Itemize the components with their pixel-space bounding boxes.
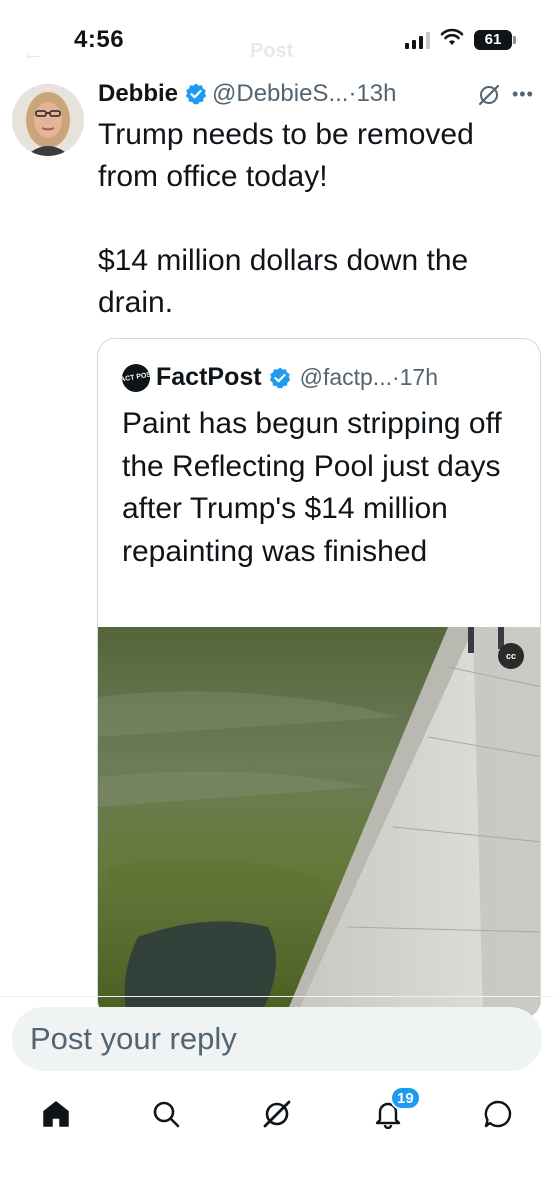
quoted-video-thumbnail[interactable]: cc	[98, 627, 540, 1017]
nav-grok[interactable]	[257, 1096, 297, 1136]
quoted-author-name: FactPost	[156, 363, 262, 391]
tweet-text-line: Trump needs to be removed from office to…	[98, 118, 474, 193]
nav-home[interactable]	[36, 1096, 76, 1136]
grok-icon[interactable]	[478, 84, 500, 111]
author-handle-and-time[interactable]: @DebbieS...·13h	[212, 80, 396, 108]
verified-badge-icon	[184, 82, 208, 106]
quoted-post-card[interactable]: FACT POST FactPost @factp...·17h Paint h…	[97, 338, 541, 1018]
post-detail-screen: 4:56 61 ← Post Debbie @DebbieS...·13h ••…	[0, 0, 554, 1200]
page-header: ← Post	[0, 36, 554, 66]
quoted-author-handle-and-time: @factp...·17h	[299, 364, 439, 390]
factpost-logo: FACT POST	[116, 361, 156, 394]
tweet-text: Trump needs to be removed from office to…	[98, 114, 538, 324]
tweet-header: Debbie @DebbieS...·13h	[98, 80, 396, 108]
verified-badge-icon	[268, 366, 292, 390]
tweet-text-line: $14 million dollars down the drain.	[98, 244, 469, 319]
bottom-navigation: 19	[0, 1086, 554, 1150]
notifications-badge: 19	[390, 1086, 421, 1110]
quoted-post-header: FACT POST FactPost @factp...·17h	[116, 361, 439, 394]
quoted-post-text: Paint has begun stripping off the Reflec…	[122, 407, 502, 568]
home-icon	[41, 1099, 71, 1134]
nav-notifications[interactable]: 19	[368, 1086, 421, 1136]
nav-messages[interactable]	[478, 1096, 518, 1136]
reflecting-pool-image	[98, 627, 540, 1017]
back-arrow-icon[interactable]: ←	[22, 40, 44, 66]
reply-input[interactable]: Post your reply	[12, 1007, 542, 1071]
author-name[interactable]: Debbie	[98, 80, 178, 108]
closed-captions-icon[interactable]: cc	[498, 643, 524, 669]
messages-icon	[482, 1098, 514, 1135]
search-icon	[151, 1099, 181, 1134]
nav-search[interactable]	[146, 1096, 186, 1136]
more-options-icon[interactable]: •••	[512, 84, 534, 105]
page-title: Post	[250, 40, 294, 62]
avatar[interactable]	[12, 84, 84, 156]
grok-icon	[262, 1099, 292, 1134]
divider	[0, 996, 554, 997]
